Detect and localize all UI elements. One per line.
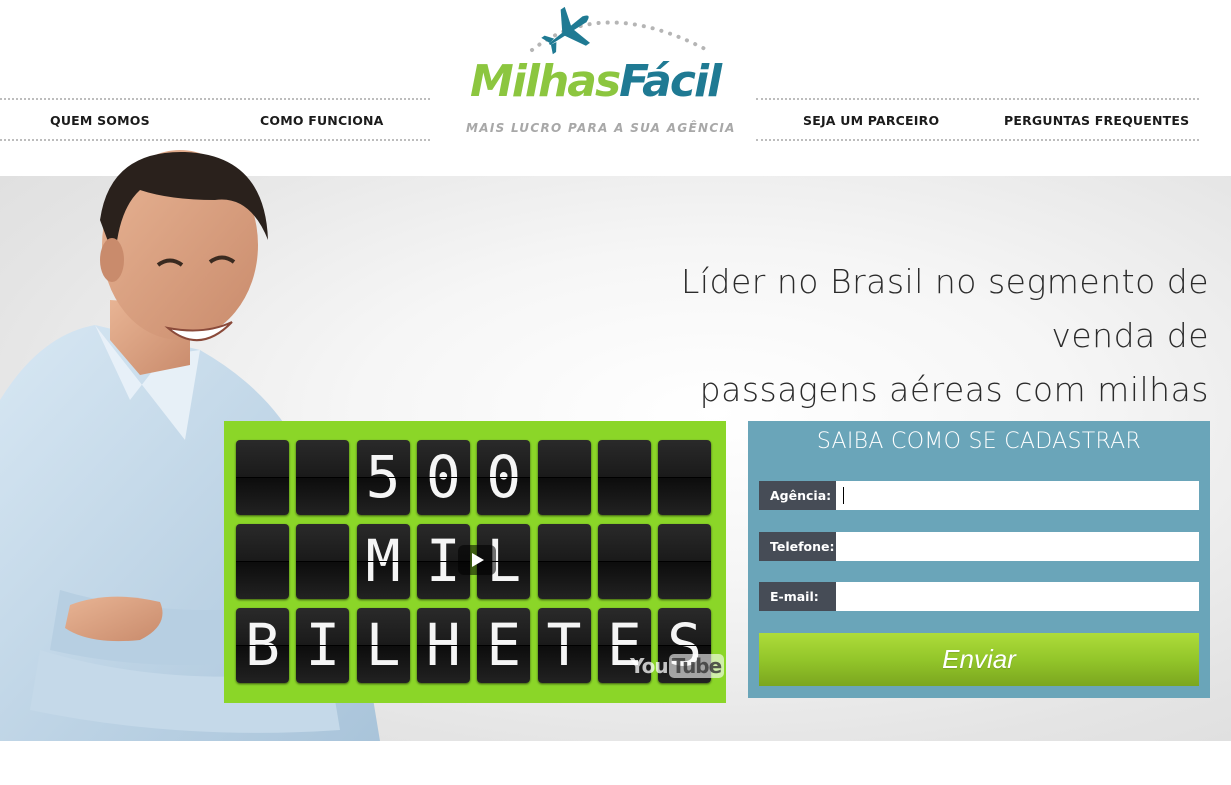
hero-bottom-strip — [0, 741, 1231, 785]
flap-character: B — [245, 611, 280, 679]
telefone-input[interactable] — [836, 532, 1199, 561]
youtube-logo-tube: Tube — [668, 654, 725, 678]
flap-tile — [537, 440, 591, 515]
flap-tile: 5 — [356, 440, 410, 515]
logo-word-milhas: Milhas — [470, 56, 621, 107]
flap-character: I — [305, 611, 341, 679]
enviar-button[interactable]: Enviar — [759, 633, 1199, 686]
play-icon[interactable] — [458, 545, 496, 575]
email-label: E-mail: — [759, 582, 836, 611]
flap-tile: I — [296, 608, 350, 683]
headline-line-1: Líder no Brasil no segmento de venda de — [681, 262, 1209, 355]
logo-word-facil: Fácil — [619, 56, 722, 107]
flap-tile — [597, 524, 651, 599]
flap-tile — [537, 524, 591, 599]
flap-tile — [658, 440, 712, 515]
telefone-label: Telefone: — [759, 532, 836, 561]
airplane-icon — [541, 6, 590, 55]
logo-wordmark[interactable]: MilhasFácil — [470, 56, 722, 107]
flap-character: M — [365, 527, 401, 595]
nav-seja-um-parceiro[interactable]: SEJA UM PARCEIRO — [803, 100, 939, 141]
nav-como-funciona[interactable]: COMO FUNCIONA — [260, 100, 384, 141]
flap-character: 5 — [365, 443, 401, 511]
flap-tile — [236, 440, 289, 515]
flap-tile: L — [356, 608, 410, 683]
text-caret — [843, 487, 844, 504]
flap-tile: H — [416, 608, 470, 683]
form-title: SAIBA COMO SE CADASTRAR — [816, 429, 1142, 454]
flap-tile — [597, 440, 651, 515]
flap-tile — [296, 440, 350, 515]
hero-headline: Líder no Brasil no segmento de venda de … — [569, 255, 1209, 417]
flap-tile: T — [537, 608, 591, 683]
flap-tile: B — [236, 608, 289, 683]
flap-tile: M — [356, 524, 410, 599]
flap-tile — [658, 524, 712, 599]
nav-perguntas-frequentes[interactable]: PERGUNTAS FREQUENTES — [1004, 100, 1189, 141]
youtube-logo[interactable]: You Tube — [630, 654, 725, 678]
headline-line-2: passagens aéreas com milhas — [699, 370, 1209, 409]
flap-character: H — [425, 611, 461, 679]
youtube-logo-you: You — [630, 654, 669, 678]
nav-right: SEJA UM PARCEIRO PERGUNTAS FREQUENTES — [756, 98, 1199, 141]
logo-tagline: MAIS LUCRO PARA A SUA AGÊNCIA — [466, 121, 736, 135]
flap-character: E — [486, 611, 522, 679]
nav-left: QUEM SOMOS COMO FUNCIONA — [0, 98, 430, 141]
agencia-label: Agência: — [759, 481, 836, 510]
flap-tile — [236, 524, 289, 599]
flap-character: T — [546, 611, 582, 679]
agencia-input[interactable] — [836, 481, 1199, 510]
nav-quem-somos[interactable]: QUEM SOMOS — [50, 100, 150, 141]
flap-character: L — [365, 611, 401, 679]
flap-tile — [296, 524, 350, 599]
flap-tile: 0 — [416, 440, 470, 515]
signup-form: SAIBA COMO SE CADASTRAR Agência: Telefon… — [748, 421, 1210, 698]
flap-character: 0 — [425, 443, 461, 511]
email-input[interactable] — [836, 582, 1199, 611]
flap-tile: 0 — [477, 440, 531, 515]
flap-character: 0 — [486, 443, 522, 511]
flap-tile: E — [477, 608, 531, 683]
